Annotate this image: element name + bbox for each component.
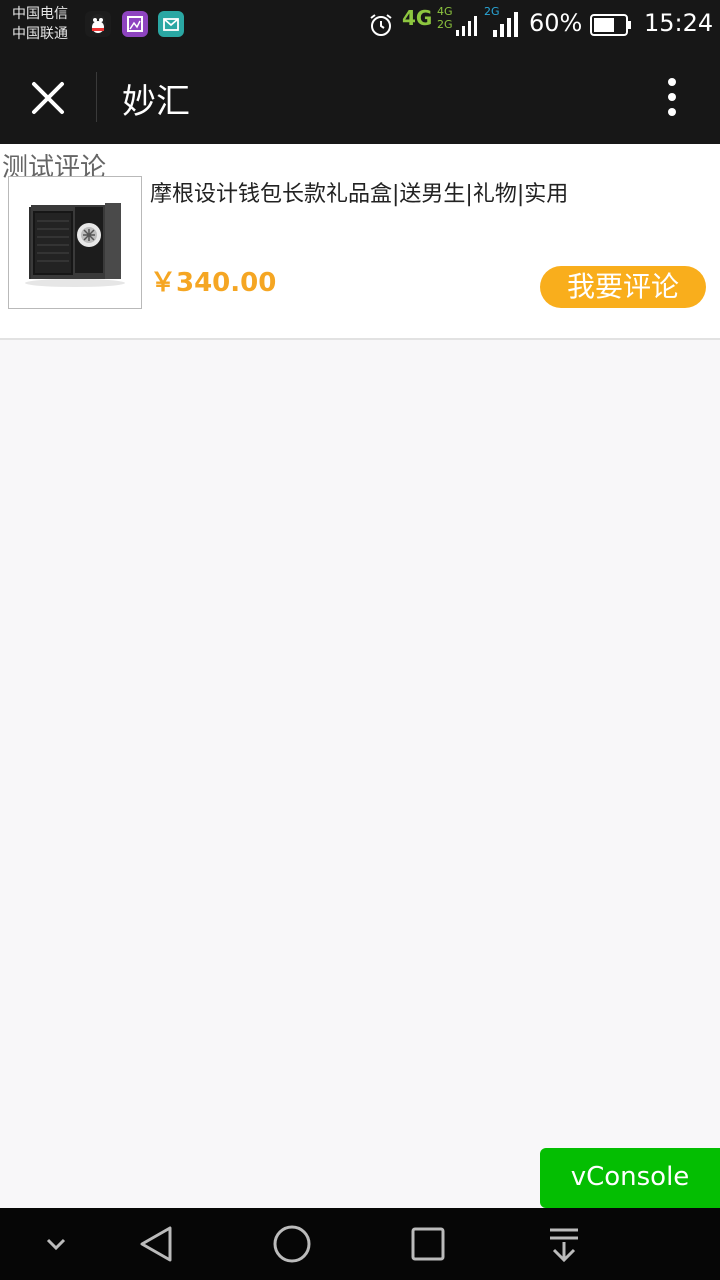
battery-icon bbox=[590, 14, 631, 36]
network-4g-small: 4G bbox=[437, 5, 453, 18]
back-icon[interactable] bbox=[136, 1224, 176, 1264]
product-thumbnail[interactable] bbox=[8, 176, 142, 309]
alarm-icon bbox=[370, 14, 392, 36]
more-dot-icon bbox=[668, 93, 676, 101]
write-review-button[interactable]: 我要评论 bbox=[540, 266, 706, 308]
clock: 15:24 bbox=[644, 9, 714, 37]
notification-pulldown-icon[interactable] bbox=[546, 1224, 582, 1264]
product-comment-card: 测试评论 摩根设计钱包长款礼品盒|送男生|礼物|实用 ￥340.00 我要评论 bbox=[0, 144, 720, 340]
battery-percent: 60% bbox=[529, 9, 583, 37]
close-icon bbox=[32, 82, 64, 114]
signal-icon bbox=[456, 16, 477, 36]
product-title[interactable]: 摩根设计钱包长款礼品盒|送男生|礼物|实用 bbox=[150, 176, 568, 208]
status-bar: 中国电信 中国联通 4G 4G 2G 2G 60% 15:24 bbox=[0, 0, 720, 50]
network-2g-small: 2G bbox=[437, 18, 453, 31]
qq-icon bbox=[85, 11, 111, 37]
chevron-down-icon[interactable] bbox=[44, 1224, 68, 1264]
nav-divider bbox=[96, 72, 97, 122]
product-price: ￥340.00 bbox=[150, 268, 277, 298]
page-content: 测试评论 摩根设计钱包长款礼品盒|送男生|礼物|实用 ￥340.00 我要评论 bbox=[0, 144, 720, 1208]
more-options-button[interactable] bbox=[655, 72, 689, 122]
carrier-labels: 中国电信 中国联通 bbox=[12, 4, 68, 44]
carrier-1: 中国电信 bbox=[12, 6, 68, 22]
wallet-box-image bbox=[9, 177, 141, 308]
recent-apps-icon[interactable] bbox=[408, 1224, 448, 1264]
network-dual-label: 4G 2G bbox=[437, 5, 453, 31]
carrier-2: 中国联通 bbox=[12, 26, 68, 42]
system-nav-bar bbox=[0, 1208, 720, 1280]
signal-strength-icon bbox=[493, 12, 518, 37]
mail-icon bbox=[158, 11, 184, 37]
gallery-icon bbox=[122, 11, 148, 37]
close-button[interactable] bbox=[24, 72, 74, 122]
vconsole-button[interactable]: vConsole bbox=[540, 1148, 720, 1208]
more-dot-icon bbox=[668, 108, 676, 116]
more-dot-icon bbox=[668, 78, 676, 86]
home-icon[interactable] bbox=[272, 1224, 312, 1264]
page-title: 妙汇 bbox=[122, 82, 190, 122]
nav-bar: 妙汇 bbox=[0, 50, 720, 144]
network-4g-label: 4G bbox=[402, 6, 433, 30]
